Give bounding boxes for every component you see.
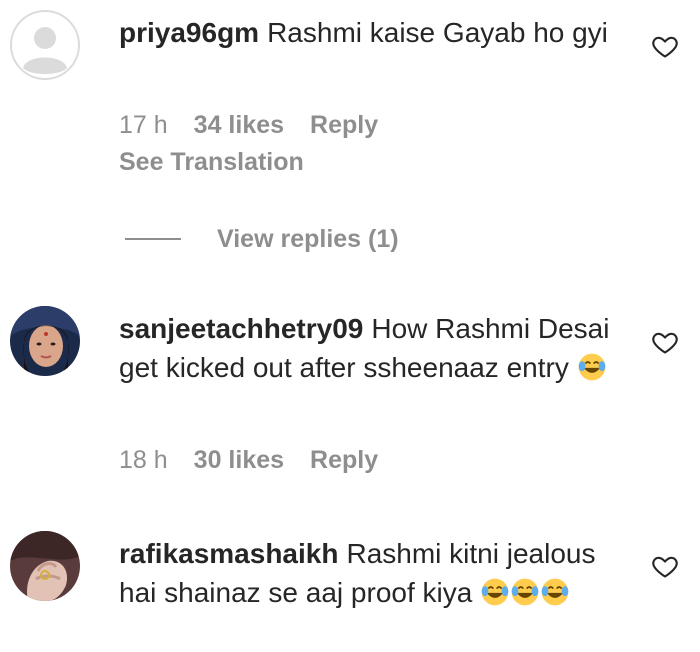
reply-button[interactable]: Reply xyxy=(310,111,378,139)
comment-text: sanjeetachhetry09 How Rashmi Desai get ki… xyxy=(119,309,629,387)
comment-text: priya96gm Rashmi kaise Gayab ho gyi xyxy=(119,13,629,52)
avatar-rafikasmashaikh[interactable] xyxy=(10,531,80,601)
avatar-sanjeetachhetry09[interactable] xyxy=(10,306,80,376)
view-replies-label: View replies (1) xyxy=(217,224,399,253)
comment-meta: 18 h 30 likes Reply xyxy=(119,446,404,475)
profile-photo-icon xyxy=(10,531,80,601)
profile-photo-icon xyxy=(10,306,80,376)
comment-likes[interactable]: 30 likes xyxy=(194,446,284,474)
reply-button[interactable]: Reply xyxy=(310,446,378,474)
comment-username[interactable]: sanjeetachhetry09 xyxy=(119,313,363,344)
face-with-tears-of-joy-icon xyxy=(540,577,570,607)
comment-meta: 17 h 34 likes Reply xyxy=(119,111,404,140)
replies-divider xyxy=(125,238,181,240)
like-heart-icon[interactable] xyxy=(651,32,679,60)
default-avatar-icon xyxy=(10,10,80,80)
comment-username[interactable]: priya96gm xyxy=(119,17,259,48)
comment-time: 17 h xyxy=(119,111,168,139)
like-heart-icon[interactable] xyxy=(651,328,679,356)
comment-username[interactable]: rafikasmashaikh xyxy=(119,538,338,569)
face-with-tears-of-joy-icon xyxy=(577,352,607,382)
avatar-default[interactable] xyxy=(10,10,80,80)
comment-text: rafikasmashaikh Rashmi kitni jealous hai … xyxy=(119,534,629,612)
like-heart-icon[interactable] xyxy=(651,552,679,580)
comment-time: 18 h xyxy=(119,446,168,474)
comment-message: Rashmi kaise Gayab ho gyi xyxy=(267,17,608,48)
comment-likes[interactable]: 34 likes xyxy=(194,111,284,139)
face-with-tears-of-joy-icon xyxy=(510,577,540,607)
see-translation-link[interactable]: See Translation xyxy=(119,148,304,177)
view-replies-button[interactable]: View replies (1) xyxy=(125,221,399,257)
face-with-tears-of-joy-icon xyxy=(480,577,510,607)
